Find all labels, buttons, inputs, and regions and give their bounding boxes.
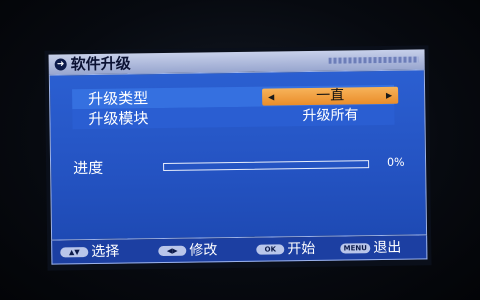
upgrade-type-selector[interactable]: ◀ 一直 ▶: [262, 86, 399, 106]
tv-bezel: ➜ 软件升级 升级类型 ◀ 一直 ▶ 升级模块 升级所有 进度 0% ▲▼ 选择…: [0, 0, 480, 300]
upgrade-module-row[interactable]: 升级模块 升级所有: [72, 104, 395, 130]
title-decoration: [328, 56, 419, 64]
key-hint-exit-label: 退出: [373, 239, 402, 257]
upgrade-type-value: 一直: [316, 87, 345, 104]
software-upgrade-dialog: ➜ 软件升级 升级类型 ◀ 一直 ▶ 升级模块 升级所有 进度 0% ▲▼ 选择…: [48, 49, 428, 266]
progress-value: 0%: [386, 155, 405, 169]
key-hint-modify-label: 修改: [189, 242, 218, 259]
up-down-icon: ▲▼: [60, 247, 89, 258]
arrow-right-icon[interactable]: ▶: [386, 87, 392, 104]
settings-panel: 升级类型 ◀ 一直 ▶ 升级模块 升级所有 进度 0%: [48, 69, 428, 241]
upgrade-module-label: 升级模块: [88, 109, 149, 129]
left-right-icon: ◀▶: [158, 245, 187, 257]
tv-screen: ➜ 软件升级 升级类型 ◀ 一直 ▶ 升级模块 升级所有 进度 0% ▲▼ 选择…: [44, 45, 432, 271]
back-icon: ➜: [54, 58, 67, 71]
upgrade-module-value: 升级所有: [302, 107, 359, 125]
dialog-title: 软件升级: [70, 54, 131, 74]
ok-key-icon: OK: [256, 244, 285, 255]
key-hint-bar: ▲▼ 选择 ◀▶ 修改 OK 开始 MENU 退出: [51, 235, 428, 265]
upgrade-type-label: 升级类型: [88, 89, 149, 109]
key-hint-select-label: 选择: [91, 243, 120, 261]
menu-key-icon: MENU: [340, 243, 371, 254]
progress-label: 进度: [73, 158, 104, 178]
progress-bar: [163, 160, 370, 172]
key-hint-start-label: 开始: [287, 240, 316, 258]
